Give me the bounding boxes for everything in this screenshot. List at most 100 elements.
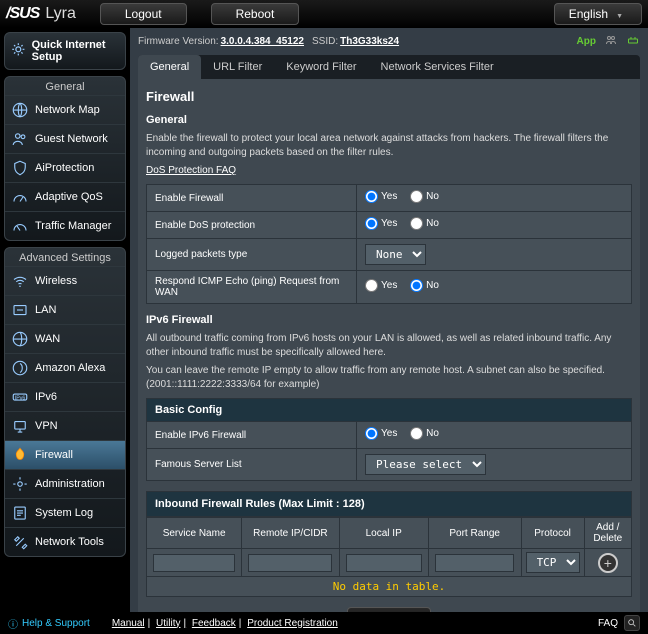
wifi-icon [11,272,29,290]
logged-packets-select[interactable]: None [365,244,426,265]
ipv6-firewall-yes[interactable]: Yes [365,427,397,440]
sidebar-item-network-map[interactable]: Network Map [5,95,125,124]
sidebar-item-ipv6[interactable]: IPv6IPv6 [5,382,125,411]
log-icon [11,504,29,522]
tab-general[interactable]: General [138,55,201,79]
page-title: Firewall [146,89,632,104]
service-name-input[interactable] [153,554,235,572]
info-icon: ⓘ [8,616,18,631]
footer-links: Manual| Utility| Feedback| Product Regis… [112,618,338,629]
sidebar-item-label: LAN [35,304,56,316]
sidebar-advanced: Advanced Settings Wireless LAN WAN Amazo… [4,247,126,557]
famous-server-select[interactable]: Please select [365,454,486,475]
tab-network-services-filter[interactable]: Network Services Filter [369,55,506,79]
col-local-ip: Local IP [339,518,428,549]
sidebar-item-lan[interactable]: LAN [5,295,125,324]
admin-icon [11,475,29,493]
section-title-ipv6: IPv6 Firewall [146,314,632,326]
sidebar-item-label: System Log [35,507,93,519]
footer-link-product-registration[interactable]: Product Registration [247,618,338,629]
reboot-button[interactable]: Reboot [211,3,300,25]
footer-link-feedback[interactable]: Feedback [192,618,236,629]
section-title-general: General [146,114,632,126]
no-data-message: No data in table. [147,577,632,597]
svg-text:IPv6: IPv6 [15,395,26,401]
users-icon [11,130,29,148]
sidebar-item-label: Administration [35,478,105,490]
sidebar-item-label: AiProtection [35,162,94,174]
gauge-icon [11,217,29,235]
col-add-delete: Add / Delete [584,518,631,549]
sidebar-item-qis[interactable]: Quick Internet Setup [4,32,126,70]
basic-config-table: Basic Config Enable IPv6 Firewall Yes No… [146,398,632,481]
ipv6-firewall-no[interactable]: No [410,427,439,440]
product-name: Lyra [45,5,76,23]
row-enable-ipv6-firewall-label: Enable IPv6 Firewall [147,422,357,449]
ssid-link[interactable]: Th3G33ks24 [340,36,399,47]
app-link[interactable]: App [577,36,596,47]
sidebar-item-label: Network Tools [35,536,104,548]
sidebar-item-network-tools[interactable]: Network Tools [5,527,125,556]
add-rule-button[interactable]: + [598,553,618,573]
section-title-advanced: Advanced Settings [5,248,125,266]
sidebar-item-adaptive-qos[interactable]: Adaptive QoS [5,182,125,211]
info-bar: Firmware Version: 3.0.0.4.384_45122 SSID… [138,34,640,49]
firmware-version-link[interactable]: 3.0.0.4.384_45122 [221,36,304,47]
brand-logo: /SUS [6,5,39,23]
panel-firewall: Firewall General Enable the firewall to … [138,79,640,612]
footer-link-manual[interactable]: Manual [112,618,145,629]
sidebar-item-firewall[interactable]: Firewall [5,440,125,469]
sidebar-item-vpn[interactable]: VPN [5,411,125,440]
sidebar-item-label: Network Map [35,104,100,116]
search-button[interactable] [624,615,640,631]
language-select[interactable]: English [554,3,642,25]
tab-keyword-filter[interactable]: Keyword Filter [274,55,368,79]
sidebar-item-aiprotection[interactable]: AiProtection [5,153,125,182]
sidebar-item-label: Firewall [35,449,73,461]
enable-dos-no[interactable]: No [410,217,439,230]
sidebar-item-label: Guest Network [35,133,108,145]
footer-link-utility[interactable]: Utility [156,618,180,629]
sidebar-item-guest-network[interactable]: Guest Network [5,124,125,153]
enable-firewall-yes[interactable]: Yes [365,190,397,203]
port-range-input[interactable] [435,554,515,572]
section-title-general: General [5,77,125,95]
sidebar-item-system-log[interactable]: System Log [5,498,125,527]
inbound-rules-table: Service Name Remote IP/CIDR Local IP Por… [146,517,632,597]
sidebar-item-label: Traffic Manager [35,220,111,232]
general-description: Enable the firewall to protect your loca… [146,132,632,160]
dos-faq-link[interactable]: DoS Protection FAQ [146,164,632,178]
logout-button[interactable]: Logout [100,3,187,25]
icmp-echo-no[interactable]: No [410,279,439,292]
ssid-label: SSID: [312,36,338,47]
ipv6-desc-1: All outbound traffic coming from IPv6 ho… [146,332,632,360]
ipv6-desc-2: You can leave the remote IP empty to all… [146,364,632,392]
sidebar-item-wan[interactable]: WAN [5,324,125,353]
lan-icon [11,301,29,319]
basic-config-header: Basic Config [147,399,632,422]
sidebar-item-wireless[interactable]: Wireless [5,266,125,295]
shield-icon [11,159,29,177]
faq-label: FAQ [598,618,618,629]
tabs: General URL Filter Keyword Filter Networ… [138,55,640,79]
col-protocol: Protocol [521,518,584,549]
router-status-icon[interactable] [626,34,640,49]
enable-dos-yes[interactable]: Yes [365,217,397,230]
col-port-range: Port Range [428,518,521,549]
top-bar: /SUS Lyra Logout Reboot English [0,0,648,28]
sidebar-item-administration[interactable]: Administration [5,469,125,498]
sidebar-item-label: Amazon Alexa [35,362,105,374]
local-ip-input[interactable] [346,554,422,572]
vpn-icon [11,417,29,435]
sidebar-item-label: WAN [35,333,60,345]
remote-ip-input[interactable] [248,554,332,572]
clients-icon[interactable] [604,34,618,49]
sidebar: Quick Internet Setup General Network Map… [0,28,130,612]
icmp-echo-yes[interactable]: Yes [365,279,397,292]
sidebar-item-amazon-alexa[interactable]: Amazon Alexa [5,353,125,382]
main-content: Firmware Version: 3.0.0.4.384_45122 SSID… [130,28,648,612]
tab-url-filter[interactable]: URL Filter [201,55,274,79]
enable-firewall-no[interactable]: No [410,190,439,203]
sidebar-item-traffic-manager[interactable]: Traffic Manager [5,211,125,240]
protocol-select[interactable]: TCP [526,552,580,573]
